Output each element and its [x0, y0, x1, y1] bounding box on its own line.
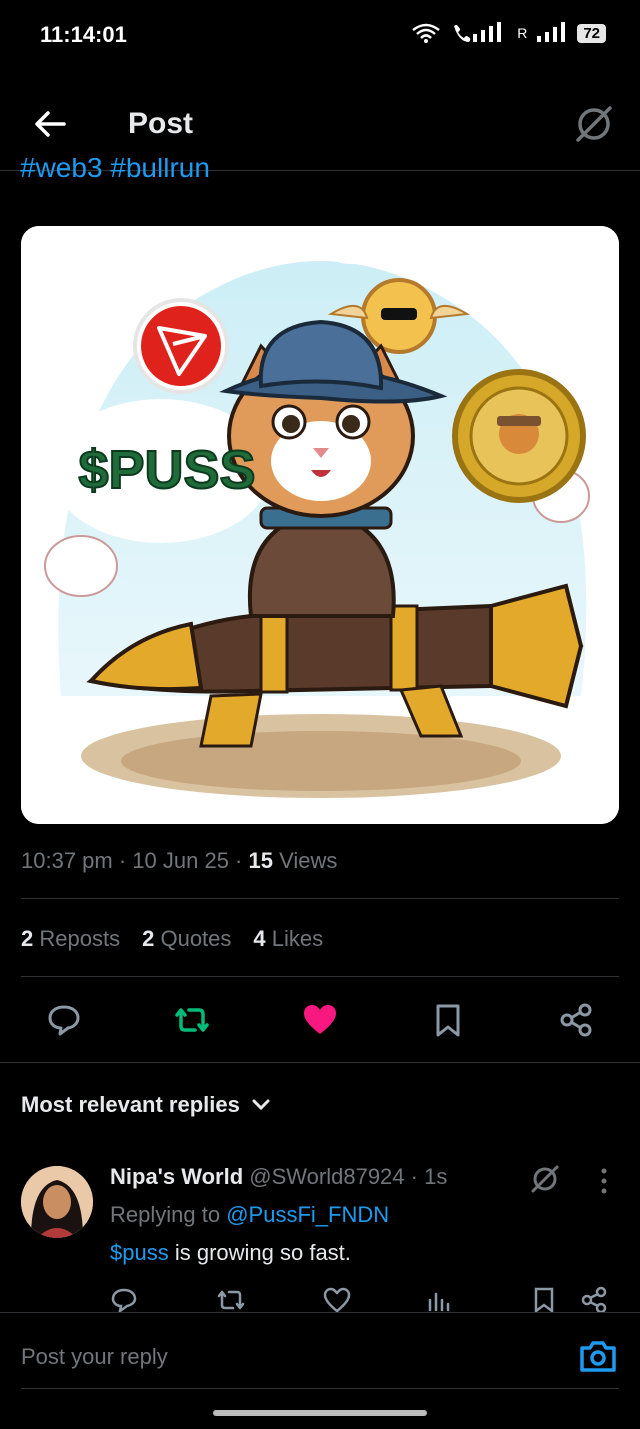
divider — [21, 898, 619, 899]
bookmark-icon — [436, 1004, 460, 1037]
bookmark-button[interactable] — [426, 998, 470, 1042]
reply-text: $puss is growing so fast. — [110, 1240, 351, 1265]
share-icon[interactable] — [580, 1286, 608, 1314]
back-button[interactable] — [30, 104, 70, 144]
clock: 11:14:01 — [40, 22, 127, 47]
divider — [21, 976, 619, 977]
composer-underline — [21, 1388, 619, 1389]
replying-to: Replying to @PussFi_FNDN — [110, 1202, 390, 1227]
camera-icon — [580, 1341, 616, 1372]
comment-icon[interactable] — [110, 1286, 138, 1314]
call-signal-icon — [454, 22, 502, 42]
reply-button[interactable] — [42, 998, 86, 1042]
reply-header: Nipa's World @SWorld87924 · 1s — [110, 1164, 448, 1189]
avatar[interactable] — [21, 1166, 93, 1238]
share-icon — [560, 1003, 592, 1037]
status-bar: 11:14:01 R 72 — [0, 0, 640, 72]
reply-input[interactable]: Post your reply — [21, 1344, 168, 1370]
arrow-left-icon — [35, 111, 66, 137]
grok-icon — [531, 1165, 559, 1193]
post-hashtags[interactable]: #web3 #bullrun — [20, 158, 210, 188]
reply-author-handle[interactable]: @SWorld87924 — [249, 1164, 404, 1189]
grok-button[interactable] — [572, 102, 616, 146]
more-vertical-icon — [601, 1168, 607, 1194]
wifi-icon — [412, 23, 440, 43]
reply-time: 1s — [424, 1164, 448, 1189]
share-button[interactable] — [554, 998, 598, 1042]
camera-button[interactable] — [578, 1336, 618, 1376]
repost-icon — [175, 1008, 209, 1032]
reply-action-bar — [110, 1286, 620, 1314]
heart-filled-icon — [304, 1005, 336, 1034]
like-button[interactable] — [298, 998, 342, 1042]
page-title: Post — [128, 107, 194, 140]
likes-count[interactable]: 4 Likes — [253, 926, 323, 952]
reply-cashtag[interactable]: $puss — [110, 1240, 169, 1265]
divider — [0, 1062, 640, 1063]
reply-grok-button[interactable] — [528, 1162, 562, 1196]
battery-indicator: 72 — [577, 23, 606, 43]
views-icon[interactable] — [426, 1286, 452, 1314]
replies-sort-label: Most relevant replies — [21, 1092, 240, 1117]
quotes-count[interactable]: 2 Quotes — [142, 926, 231, 952]
image-text-puss: $PUSS — [78, 440, 255, 500]
grok-icon — [576, 106, 612, 142]
repost-icon[interactable] — [216, 1286, 246, 1314]
avatar-image — [21, 1166, 93, 1238]
heart-icon[interactable] — [322, 1286, 352, 1314]
cat-rocket-illustration: $PUSS — [21, 226, 619, 824]
repost-button[interactable] — [170, 998, 214, 1042]
reply-more-button[interactable] — [596, 1166, 612, 1196]
reposts-count[interactable]: 2 Reposts — [21, 926, 120, 952]
roaming-indicator: R — [517, 25, 528, 41]
post-image[interactable]: $PUSS — [21, 226, 619, 824]
post-meta: 10:37 pm · 10 Jun 25 · 15 Views — [21, 848, 338, 873]
home-indicator[interactable] — [213, 1410, 427, 1416]
reply-author-name[interactable]: Nipa's World — [110, 1164, 243, 1189]
replies-sort-dropdown[interactable]: Most relevant replies — [21, 1092, 270, 1118]
comment-icon — [48, 1005, 80, 1036]
signal-icon — [537, 22, 566, 42]
engagement-counts: 2 Reposts 2 Quotes 4 Likes — [21, 926, 323, 952]
bookmark-icon[interactable] — [532, 1286, 556, 1314]
post-action-bar — [0, 998, 640, 1044]
replying-to-link[interactable]: @PussFi_FNDN — [226, 1202, 389, 1227]
chevron-down-icon — [252, 1099, 270, 1111]
status-icons: R 72 — [411, 22, 606, 44]
